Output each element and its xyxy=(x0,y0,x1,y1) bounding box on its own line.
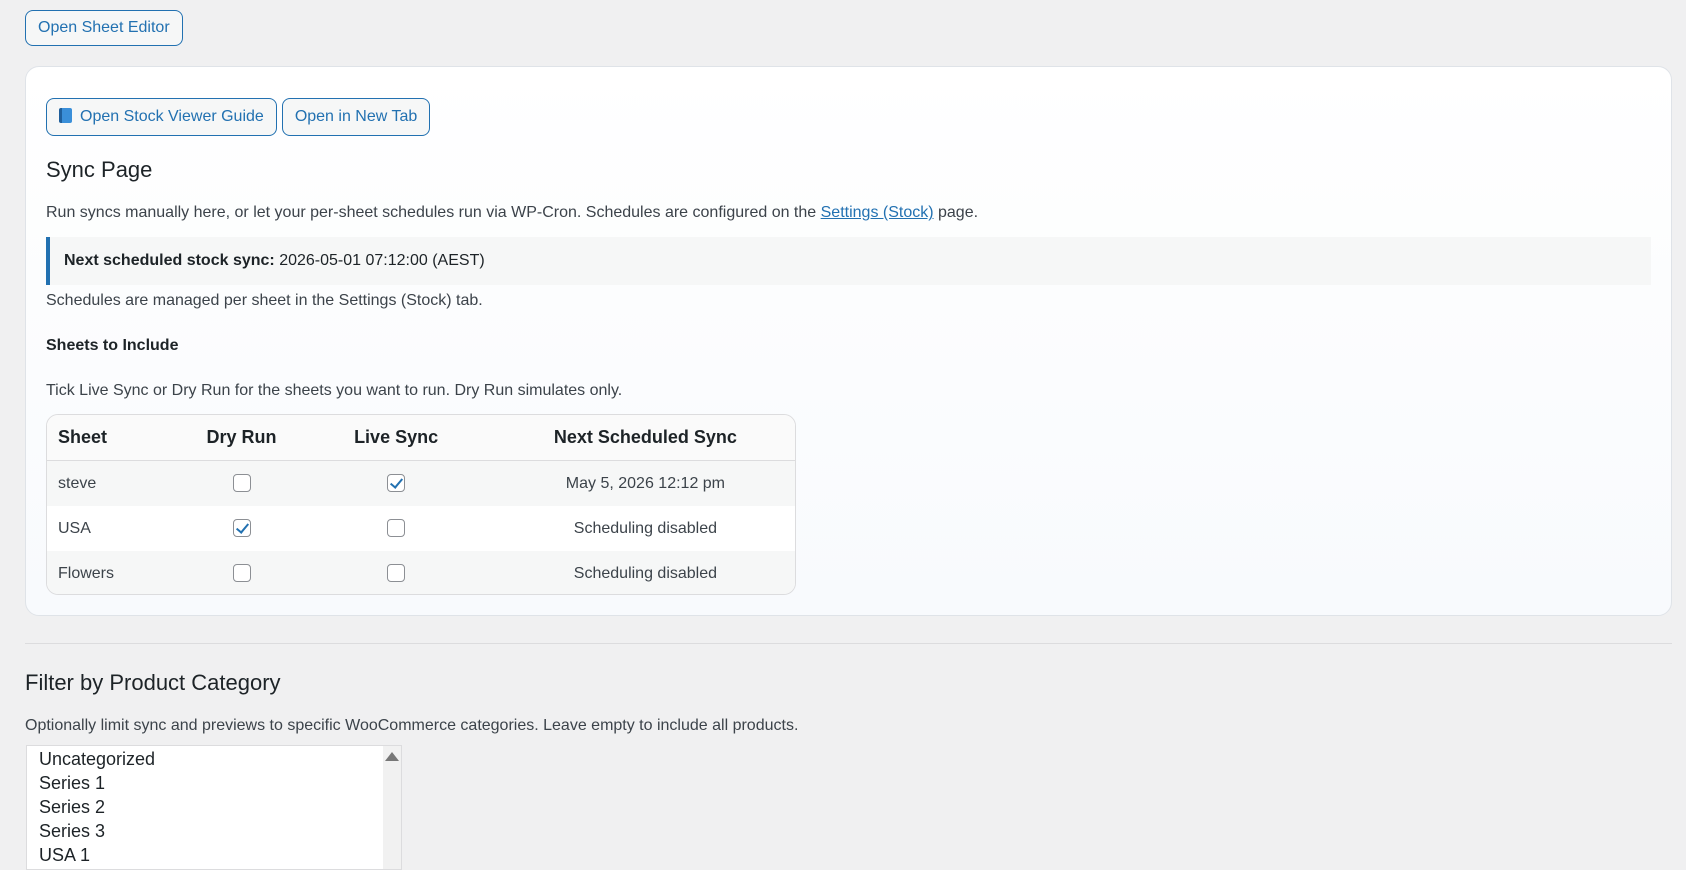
page-title: Sync Page xyxy=(46,157,153,182)
next-sync-value: Scheduling disabled xyxy=(573,564,718,582)
next-sync-notice: Next scheduled stock sync: 2026-05-01 07… xyxy=(46,237,1651,285)
guide-button-label: Open Stock Viewer Guide xyxy=(80,108,264,125)
filter-title: Filter by Product Category xyxy=(25,670,281,695)
sheet-name: USA xyxy=(58,519,91,537)
live-sync-checkbox[interactable] xyxy=(387,564,406,583)
dry-run-checkbox[interactable] xyxy=(232,564,251,583)
sync-description: Run syncs manually here, or let your per… xyxy=(46,204,978,222)
category-option[interactable]: Uncategorized xyxy=(39,747,155,771)
scroll-up-arrow-icon[interactable] xyxy=(385,752,399,761)
section-divider xyxy=(25,643,1672,644)
category-list: Uncategorized Series 1 Series 2 Series 3… xyxy=(39,747,155,867)
col-header-dry-run: Dry Run xyxy=(206,427,277,447)
dry-run-checkbox[interactable] xyxy=(232,474,251,493)
dry-run-checkbox[interactable] xyxy=(232,519,251,538)
notice-label: Next scheduled stock sync: xyxy=(64,252,275,269)
category-option[interactable]: USA 1 xyxy=(39,843,155,867)
col-header-live-sync: Live Sync xyxy=(354,427,439,447)
open-stock-viewer-guide-button[interactable]: Open Stock Viewer Guide xyxy=(46,98,277,136)
col-header-next-sync: Next Scheduled Sync xyxy=(553,427,737,447)
category-multiselect[interactable]: Uncategorized Series 1 Series 2 Series 3… xyxy=(26,745,402,870)
category-option[interactable]: Series 1 xyxy=(39,771,155,795)
col-header-sheet: Sheet xyxy=(58,427,108,447)
sheets-heading: Sheets to Include xyxy=(46,337,179,354)
card-button-row: Open Stock Viewer Guide Open in New Tab xyxy=(46,98,431,136)
live-sync-checkbox[interactable] xyxy=(387,474,406,493)
tick-note: Tick Live Sync or Dry Run for the sheets… xyxy=(46,382,623,399)
sync-card: Open Stock Viewer Guide Open in New Tab … xyxy=(25,66,1672,616)
open-in-new-tab-button[interactable]: Open in New Tab xyxy=(281,98,431,136)
scrollbar[interactable] xyxy=(383,746,401,869)
sheets-table: Sheet Dry Run Live Sync Next Scheduled S… xyxy=(46,414,796,595)
sheet-name: steve xyxy=(58,474,97,492)
category-option[interactable]: Series 3 xyxy=(39,819,155,843)
open-sheet-editor-button[interactable]: Open Sheet Editor xyxy=(25,10,183,46)
table-row: steve May 5, 2026 12:12 pm xyxy=(47,461,795,506)
table-row: Flowers Scheduling disabled xyxy=(47,551,795,594)
description-suffix: page. xyxy=(933,204,979,221)
notice-value: 2026-05-01 07:12:00 (AEST) xyxy=(279,252,485,269)
sheet-name: Flowers xyxy=(58,564,115,582)
settings-stock-link[interactable]: Settings (Stock) xyxy=(821,204,934,221)
schedules-note: Schedules are managed per sheet in the S… xyxy=(46,292,483,309)
category-option[interactable]: Series 2 xyxy=(39,795,155,819)
table-header-row: Sheet Dry Run Live Sync Next Scheduled S… xyxy=(47,415,795,461)
filter-description: Optionally limit sync and previews to sp… xyxy=(25,717,799,734)
next-sync-value: May 5, 2026 12:12 pm xyxy=(565,474,726,492)
description-prefix: Run syncs manually here, or let your per… xyxy=(46,204,821,221)
book-icon xyxy=(59,108,72,123)
next-sync-value: Scheduling disabled xyxy=(573,519,718,537)
table-row: USA Scheduling disabled xyxy=(47,506,795,551)
live-sync-checkbox[interactable] xyxy=(387,519,406,538)
